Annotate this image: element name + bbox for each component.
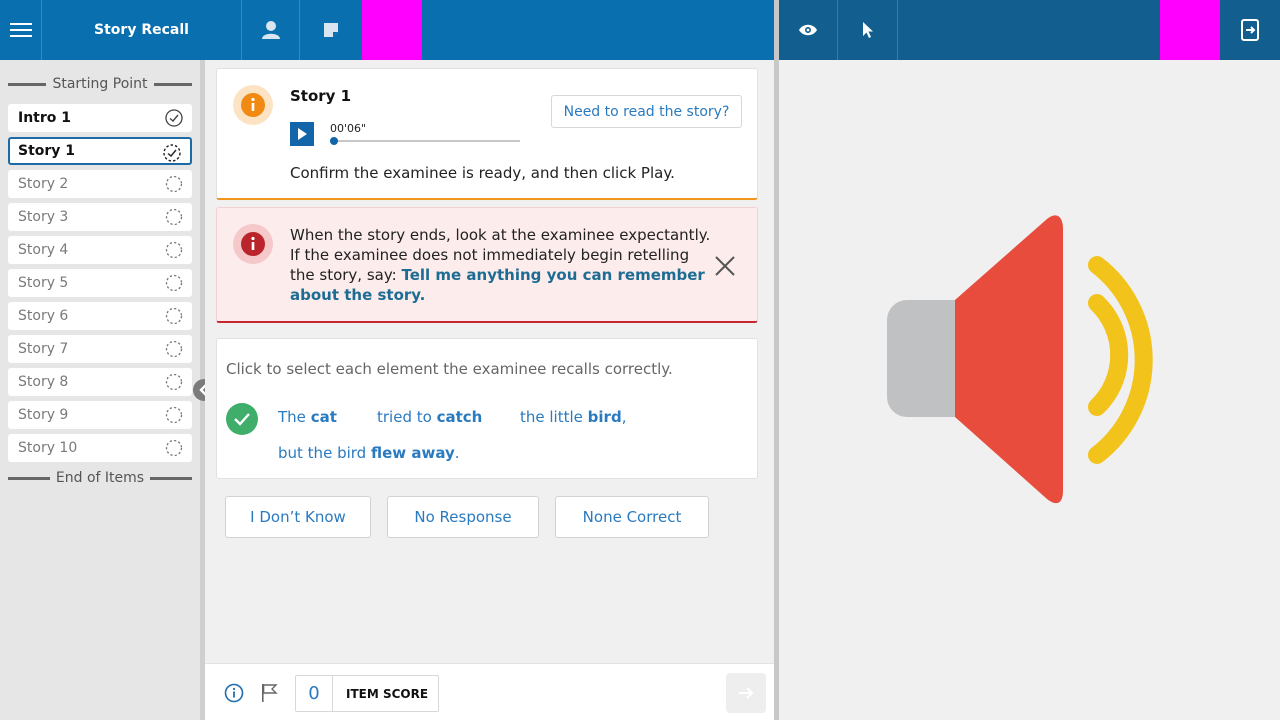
exit-button[interactable] — [1220, 0, 1280, 60]
highlight-block — [362, 0, 422, 60]
story-card: Story 1 00'06" Need to read the story? C… — [216, 68, 758, 200]
pending-circle-icon — [165, 307, 183, 325]
audio-progress-track[interactable] — [329, 137, 520, 145]
no-response-button[interactable]: No Response — [387, 496, 539, 538]
sidebar-item-label: Story 7 — [18, 341, 69, 357]
stimulus-pane — [779, 60, 1280, 720]
pending-circle-icon — [165, 208, 183, 226]
pending-circle-icon — [165, 340, 183, 358]
read-story-button[interactable]: Need to read the story? — [551, 95, 742, 128]
sidebar-item-label: Story 8 — [18, 374, 69, 390]
pending-circle-icon — [165, 175, 183, 193]
close-icon — [715, 256, 735, 276]
recall-card: Click to select each element the examine… — [216, 338, 758, 479]
recall-element-4[interactable]: but the bird flew away. — [278, 444, 460, 462]
item-score-box: 0 ITEM SCORE — [295, 675, 439, 712]
flag-button[interactable] — [260, 683, 278, 707]
sidebar-item-label: Story 3 — [18, 209, 69, 225]
sidebar-item-story-6[interactable]: Story 6 — [8, 302, 192, 330]
sidebar-item-label: Story 1 — [18, 143, 76, 159]
play-icon — [298, 128, 307, 140]
in-progress-icon — [163, 144, 181, 162]
starting-point-header: Starting Point — [8, 76, 192, 92]
recall-element-1[interactable]: The cat — [278, 408, 337, 426]
highlight-block-right — [1160, 0, 1220, 60]
sidebar-item-label: Story 2 — [18, 176, 69, 192]
recall-element-2[interactable]: tried to catch — [377, 408, 482, 426]
sidebar-item-story-10[interactable]: Story 10 — [8, 434, 192, 462]
sidebar-item-story-9[interactable]: Story 9 — [8, 401, 192, 429]
flag-icon — [262, 684, 278, 702]
item-score-value: 0 — [296, 676, 333, 711]
sidebar-item-label: Story 9 — [18, 407, 69, 423]
sidebar-item-story-5[interactable]: Story 5 — [8, 269, 192, 297]
info-outline-icon — [224, 683, 244, 703]
alert-card: When the story ends, look at the examine… — [216, 207, 758, 323]
play-button[interactable] — [290, 122, 314, 146]
recall-element-3[interactable]: the little bird, — [520, 408, 626, 426]
pending-circle-icon — [165, 406, 183, 424]
pointer-icon — [862, 22, 873, 38]
alert-text: When the story ends, look at the examine… — [290, 225, 715, 305]
audio-time: 00'06" — [330, 122, 367, 135]
eye-icon — [799, 24, 817, 36]
menu-button[interactable] — [0, 0, 42, 60]
info-badge — [233, 85, 273, 125]
pending-circle-icon — [165, 241, 183, 259]
alert-info-icon — [241, 232, 265, 256]
audio-progress-knob[interactable] — [329, 137, 338, 145]
item-score-label: ITEM SCORE — [346, 686, 429, 701]
exit-tablet-icon — [1241, 19, 1259, 41]
item-info-button[interactable] — [224, 683, 244, 707]
header-left: Story Recall — [0, 0, 774, 60]
view-toggle-button[interactable] — [779, 0, 838, 60]
person-icon — [261, 21, 280, 39]
sidebar-item-label: Intro 1 — [18, 110, 72, 126]
sidebar-item-story-2[interactable]: Story 2 — [8, 170, 192, 198]
sidebar-item-label: Story 10 — [18, 440, 78, 456]
pending-circle-icon — [165, 439, 183, 457]
starting-point-label: Starting Point — [52, 76, 148, 92]
sidebar-item-label: Story 6 — [18, 308, 69, 324]
sidebar-item-story-8[interactable]: Story 8 — [8, 368, 192, 396]
confirm-instruction: Confirm the examinee is ready, and then … — [290, 164, 675, 182]
notes-button[interactable] — [300, 0, 362, 60]
sidebar-item-label: Story 5 — [18, 275, 69, 291]
speaker-icon — [887, 215, 1153, 504]
check-circle-icon — [165, 109, 183, 127]
sidebar-item-intro-1[interactable]: Intro 1 — [8, 104, 192, 132]
select-all-button[interactable] — [226, 403, 258, 435]
arrow-right-icon — [739, 687, 754, 699]
sidebar-item-story-1[interactable]: Story 1 — [8, 137, 192, 165]
footer-bar: 0 ITEM SCORE — [205, 663, 774, 720]
none-correct-button[interactable]: None Correct — [555, 496, 709, 538]
pending-circle-icon — [165, 373, 183, 391]
sidebar-item-story-3[interactable]: Story 3 — [8, 203, 192, 231]
end-of-items-label: End of Items — [55, 470, 145, 486]
close-alert-button[interactable] — [713, 254, 737, 278]
speaker-cone-shape — [955, 215, 1063, 504]
next-item-button[interactable] — [726, 673, 766, 713]
info-icon — [241, 93, 265, 117]
header-right — [779, 0, 1280, 60]
dont-know-button[interactable]: I Don’t Know — [225, 496, 371, 538]
pointer-button[interactable] — [838, 0, 898, 60]
sidebar-item-label: Story 4 — [18, 242, 69, 258]
app-title: Story Recall — [94, 22, 189, 38]
sound-wave-inner — [1088, 294, 1129, 416]
recall-instruction: Click to select each element the examine… — [226, 360, 673, 378]
app-title-cell: Story Recall — [42, 0, 242, 60]
alert-badge — [233, 224, 273, 264]
examinee-button[interactable] — [242, 0, 300, 60]
sidebar-item-story-4[interactable]: Story 4 — [8, 236, 192, 264]
pending-circle-icon — [165, 274, 183, 292]
sidebar-item-story-7[interactable]: Story 7 — [8, 335, 192, 363]
end-of-items-header: End of Items — [8, 470, 193, 486]
note-icon — [324, 23, 338, 37]
menu-icon — [9, 23, 32, 37]
check-icon — [234, 413, 250, 426]
story-title: Story 1 — [290, 87, 352, 105]
